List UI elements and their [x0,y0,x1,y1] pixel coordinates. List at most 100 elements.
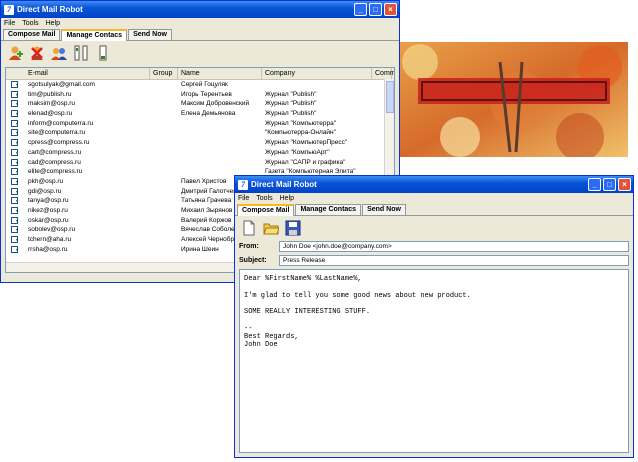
from-field[interactable]: John Doe <john.doe@company.com> [279,240,629,252]
new-message-button[interactable] [241,220,257,236]
menu-help[interactable]: Help [280,195,294,202]
column-header-email[interactable]: E-mail [6,68,150,79]
email-text: site@computerra.ru [28,129,86,137]
email-text: inform@computerra.ru [28,119,94,127]
scroll-thumb[interactable] [386,81,394,113]
close-button[interactable]: × [618,178,631,191]
cell-group [150,148,178,158]
email-text: oskar@osp.ru [28,216,69,224]
cell-email: ✓ maksim@osp.ru [6,99,150,109]
title-bar[interactable]: 7 Direct Mail Robot _ □ × [1,1,399,18]
cell-group [150,216,178,226]
menu-tools[interactable]: Tools [22,20,38,27]
tab-send-now[interactable]: Send Now [362,204,406,215]
row-checkbox[interactable]: ✓ [11,216,18,224]
delete-contact-button[interactable] [29,45,45,61]
row-checkbox[interactable]: ✓ [11,139,18,147]
email-text: gdi@osp.ru [28,187,62,195]
menu-bar: File Tools Help [235,193,633,204]
open-message-button[interactable] [263,220,279,236]
row-checkbox[interactable]: ✓ [11,158,18,166]
title-bar[interactable]: 7 Direct Mail Robot _ □ × [235,176,633,193]
delete-user-icon [31,46,43,60]
email-text: rrsha@osp.ru [28,245,68,253]
tab-compose-mail[interactable]: Compose Mail [3,29,61,40]
table-row[interactable]: ✓ maksim@osp.ru Максим Добровенский Журнал … [6,99,394,109]
add-contact-button[interactable] [7,45,23,61]
row-checkbox[interactable]: ✓ [11,197,18,205]
app-icon: 7 [4,4,14,15]
row-checkbox[interactable]: ✓ [11,110,18,118]
row-checkbox[interactable]: ✓ [11,245,18,253]
body-line: John Doe [244,341,278,350]
row-checkbox[interactable]: ✓ [11,81,18,88]
row-checkbox[interactable]: ✓ [11,129,18,137]
row-checkbox[interactable]: ✓ [11,90,18,98]
row-checkbox[interactable]: ✓ [11,100,18,108]
row-checkbox[interactable]: ✓ [11,236,18,243]
groups-button[interactable] [51,45,67,61]
cell-group [150,177,178,187]
row-checkbox[interactable]: ✓ [11,206,18,214]
table-row[interactable]: ✓ elenad@osp.ru Елена Демьянова Журнал "Pub… [6,109,394,119]
table-row[interactable]: ✓ sgotsulyak@gmail.com Сергей Гоцуляк [6,80,394,90]
row-checkbox[interactable]: ✓ [11,187,18,195]
cell-email: ✓ sobolev@osp.ru [6,225,150,235]
table-row[interactable]: ✓ cpress@compress.ru Журнал "КомпьютерПрес… [6,138,394,148]
cell-group [150,187,178,197]
column-header-name[interactable]: Name [178,68,262,79]
table-row[interactable]: ✓ site@computerra.ru "Компьютерра-Онлайн" [6,128,394,138]
column-icon [99,45,107,61]
tab-manage-contacts[interactable]: Manage Contacs [295,204,362,215]
cell-company: Журнал "КомпьюАрт" [265,148,330,156]
column-header-group[interactable]: Group [150,68,178,79]
table-row[interactable]: ✓ tim@publish.ru Игорь Терентьев Журнал "Pu… [6,90,394,100]
from-row: From: John Doe <john.doe@company.com> [239,240,629,252]
table-row[interactable]: ✓ cart@compress.ru Журнал "КомпьюАрт" [6,148,394,158]
row-checkbox[interactable]: ✓ [11,168,18,176]
column-settings-button[interactable] [95,45,111,61]
tab-compose-mail[interactable]: Compose Mail [237,204,295,216]
menu-tools[interactable]: Tools [256,195,272,202]
cell-group [150,167,178,177]
minimize-button[interactable]: _ [354,3,367,16]
email-text: tchern@aha.ru [28,236,72,243]
message-body-editor[interactable]: Dear %FirstName% %LastName%, I'm glad to… [239,269,629,453]
tab-manage-contacts[interactable]: Manage Contacs [61,29,128,41]
save-message-button[interactable] [285,220,301,236]
column-header-comments[interactable]: Comm [372,68,394,79]
row-checkbox[interactable]: ✓ [11,226,18,234]
row-checkbox[interactable]: ✓ [11,119,18,127]
row-checkbox[interactable]: ✓ [11,148,18,156]
menu-file[interactable]: File [238,195,249,202]
cell-email: ✓ rrsha@osp.ru [6,245,150,255]
row-checkbox[interactable]: ✓ [11,177,18,185]
cell-email: ✓ elite@compress.ru [6,167,150,177]
subject-field[interactable]: Press Release [279,254,629,266]
email-text: elenad@osp.ru [28,110,73,118]
body-line: -- [244,324,253,333]
columns-button[interactable] [73,45,89,61]
cell-company: Журнал "Компьютерра" [265,119,337,127]
cell-group [150,245,178,255]
cell-email: ✓ tchern@aha.ru [6,235,150,245]
body-line: I'm glad to tell you some good news abou… [244,291,471,300]
menu-file[interactable]: File [4,20,15,27]
menu-bar: File Tools Help [1,18,399,29]
cell-group [150,119,178,129]
email-text: nikez@osp.ru [28,206,68,214]
maximize-button[interactable]: □ [603,178,616,191]
tab-send-now[interactable]: Send Now [128,29,172,40]
email-text: pkh@osp.ru [28,177,64,185]
table-row[interactable]: ✓ inform@computerra.ru Журнал "Компьютерра… [6,119,394,129]
minimize-button[interactable]: _ [588,178,601,191]
cell-name [178,128,262,138]
cell-company: Журнал "САПР и графика" [265,158,346,166]
table-row[interactable]: ✓ cad@compress.ru Журнал "САПР и графика" [6,158,394,168]
maximize-button[interactable]: □ [369,3,382,16]
cell-email: ✓ oskar@osp.ru [6,216,150,226]
menu-help[interactable]: Help [46,20,60,27]
column-header-company[interactable]: Company [262,68,372,79]
cell-group [150,138,178,148]
close-button[interactable]: × [384,3,397,16]
